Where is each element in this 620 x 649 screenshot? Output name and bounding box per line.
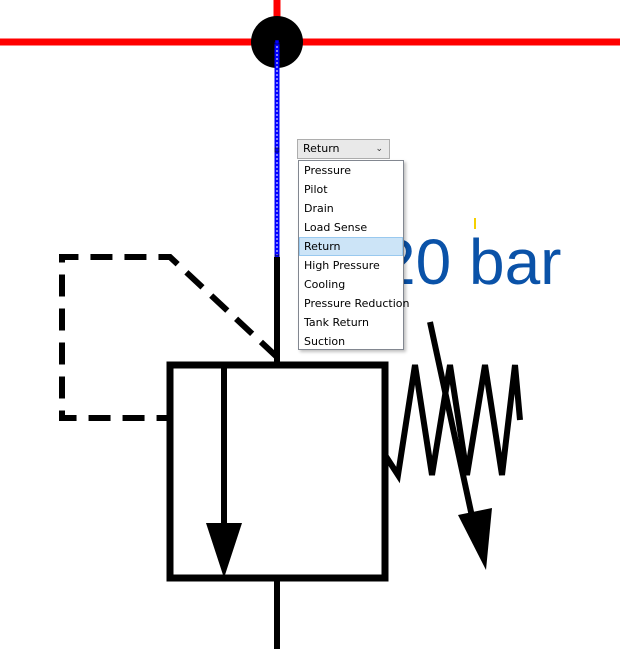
option-pilot[interactable]: Pilot [299, 180, 403, 199]
option-drain[interactable]: Drain [299, 199, 403, 218]
combobox-value: Return [303, 142, 340, 155]
option-load-sense[interactable]: Load Sense [299, 218, 403, 237]
pressure-label[interactable]: 20 bar [380, 222, 561, 302]
option-tank-return[interactable]: Tank Return [299, 313, 403, 332]
adjust-arrow-head [458, 508, 492, 570]
line-type-dropdown-list: Pressure Pilot Drain Load Sense Return H… [298, 160, 409, 351]
chevron-down-icon[interactable]: ⌄ [375, 140, 383, 158]
option-return[interactable]: Return [299, 237, 403, 256]
option-cooling[interactable]: Cooling [299, 275, 403, 294]
option-pressure-reduction[interactable]: Pressure Reduction [299, 294, 409, 313]
option-pressure[interactable]: Pressure [299, 161, 403, 180]
line-handle[interactable] [274, 147, 280, 153]
line-handle[interactable] [274, 39, 280, 45]
valve-body[interactable] [166, 361, 389, 582]
line-type-combobox[interactable]: Return ⌄ [297, 139, 390, 159]
text-cursor [474, 218, 476, 229]
option-suction[interactable]: Suction [299, 332, 403, 351]
flow-arrow-head [206, 523, 242, 578]
option-high-pressure[interactable]: High Pressure [299, 256, 403, 275]
